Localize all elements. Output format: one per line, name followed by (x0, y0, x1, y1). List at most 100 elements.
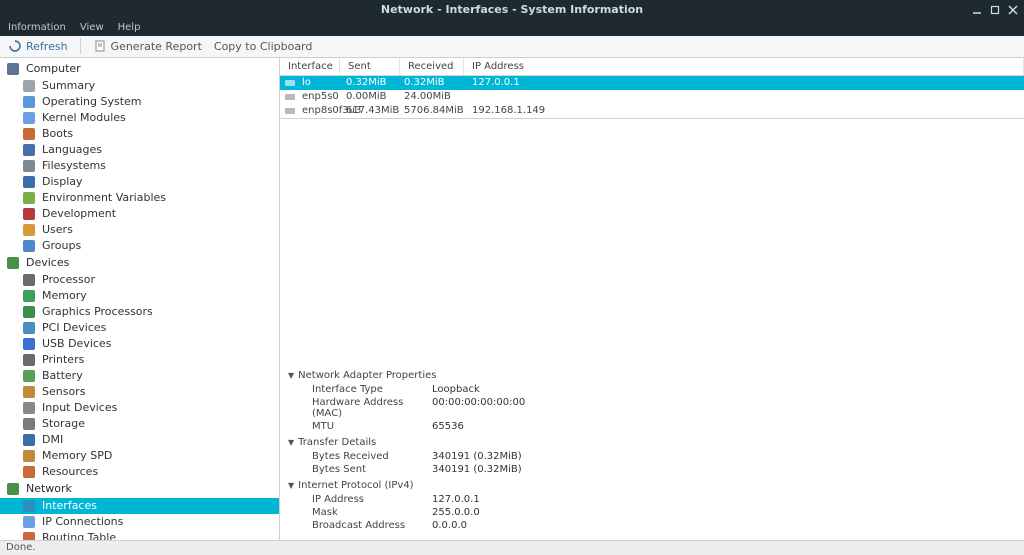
sidebar-item-label: Users (42, 223, 73, 236)
detail-value: 340191 (0.32MiB) (432, 451, 522, 462)
sidebar-item-label: IP Connections (42, 515, 123, 528)
refresh-button[interactable]: Refresh (8, 39, 68, 53)
statusbar: Done. (0, 540, 1024, 555)
sidebar-item-label: USB Devices (42, 337, 111, 350)
detail-group-title: Internet Protocol (IPv4) (298, 480, 413, 491)
cell-sent: 617.43MiB (344, 105, 404, 116)
sidebar-item-label: Display (42, 175, 83, 188)
detail-key: Broadcast Address (312, 520, 432, 531)
sidebar-item-filesystems[interactable]: Filesystems (0, 158, 279, 174)
sidebar-item-environment-variables[interactable]: Environment Variables (0, 190, 279, 206)
sidebar-item-graphics-processors[interactable]: Graphics Processors (0, 304, 279, 320)
sidebar-item-development[interactable]: Development (0, 206, 279, 222)
detail-key: IP Address (312, 494, 432, 505)
sidebar-item-boots[interactable]: Boots (0, 126, 279, 142)
sidebar-item-storage[interactable]: Storage (0, 416, 279, 432)
sidebar-section-computer[interactable]: Computer (0, 60, 279, 78)
network-interface-icon (284, 91, 300, 103)
sidebar-item-battery[interactable]: Battery (0, 368, 279, 384)
detail-group-header[interactable]: ▼Internet Protocol (IPv4) (288, 478, 1024, 493)
table-row[interactable]: enp8s0f3u3617.43MiB5706.84MiB192.168.1.1… (280, 104, 1024, 118)
toolbar-separator (80, 38, 81, 54)
sidebar-item-memory-spd[interactable]: Memory SPD (0, 448, 279, 464)
sidebar-item-label: Interfaces (42, 499, 97, 512)
detail-key: Interface Type (312, 384, 432, 395)
sidebar-item-display[interactable]: Display (0, 174, 279, 190)
interfaces-table: Interface Sent Received IP Address lo 0.3… (280, 58, 1024, 119)
sidebar-item-input-devices[interactable]: Input Devices (0, 400, 279, 416)
usb-icon (22, 337, 36, 351)
minimize-icon[interactable] (972, 5, 982, 15)
th-interface[interactable]: Interface (280, 58, 340, 75)
sidebar-item-usb-devices[interactable]: USB Devices (0, 336, 279, 352)
detail-group-header[interactable]: ▼Network Adapter Properties (288, 368, 1024, 383)
table-row[interactable]: lo0.32MiB0.32MiB127.0.0.1 (280, 76, 1024, 90)
menubar: Information View Help (0, 20, 1024, 36)
sidebar-item-summary[interactable]: Summary (0, 78, 279, 94)
sidebar-item-users[interactable]: Users (0, 222, 279, 238)
sidebar-item-label: Filesystems (42, 159, 106, 172)
languages-icon (22, 143, 36, 157)
sidebar-item-label: Kernel Modules (42, 111, 126, 124)
th-ip[interactable]: IP Address (464, 58, 1024, 75)
groups-icon (22, 239, 36, 253)
table-row[interactable]: enp5s00.00MiB24.00MiB (280, 90, 1024, 104)
detail-row: MTU65536 (288, 420, 1024, 433)
sidebar-item-interfaces[interactable]: Interfaces (0, 498, 279, 514)
cell-interface: lo (300, 77, 344, 88)
table-body: lo0.32MiB0.32MiB127.0.0.1enp5s00.00MiB24… (280, 76, 1024, 118)
detail-value: 340191 (0.32MiB) (432, 464, 522, 475)
detail-group-title: Network Adapter Properties (298, 370, 436, 381)
printers-icon (22, 353, 36, 367)
close-icon[interactable] (1008, 5, 1018, 15)
cell-ip: 127.0.0.1 (468, 77, 1024, 88)
detail-key: Hardware Address (MAC) (312, 397, 432, 419)
sidebar-section-devices[interactable]: Devices (0, 254, 279, 272)
sidebar-item-pci-devices[interactable]: PCI Devices (0, 320, 279, 336)
menu-view[interactable]: View (80, 22, 104, 33)
sidebar-item-languages[interactable]: Languages (0, 142, 279, 158)
copy-clipboard-button[interactable]: Copy to Clipboard (214, 40, 312, 53)
detail-panel: ▼Network Adapter PropertiesInterface Typ… (280, 362, 1024, 540)
sidebar-item-routing-table[interactable]: Routing Table (0, 530, 279, 541)
sidebar-item-groups[interactable]: Groups (0, 238, 279, 254)
sidebar-item-label: Operating System (42, 95, 142, 108)
sidebar-item-ip-connections[interactable]: IP Connections (0, 514, 279, 530)
storage-icon (22, 417, 36, 431)
section-label: Network (26, 482, 72, 495)
refresh-icon (8, 39, 22, 53)
sidebar-item-processor[interactable]: Processor (0, 272, 279, 288)
sidebar-item-memory[interactable]: Memory (0, 288, 279, 304)
detail-key: Bytes Sent (312, 464, 432, 475)
sidebar-section-network[interactable]: Network (0, 480, 279, 498)
detail-row: Broadcast Address0.0.0.0 (288, 519, 1024, 532)
sidebar-item-label: Groups (42, 239, 81, 252)
cell-sent: 0.00MiB (344, 91, 404, 102)
sidebar-item-dmi[interactable]: DMI (0, 432, 279, 448)
detail-row: Hardware Address (MAC)00:00:00:00:00:00 (288, 396, 1024, 420)
cell-received: 0.32MiB (404, 77, 468, 88)
sidebar-item-printers[interactable]: Printers (0, 352, 279, 368)
detail-group: ▼Transfer DetailsBytes Received340191 (0… (288, 435, 1024, 476)
sidebar-item-operating-system[interactable]: Operating System (0, 94, 279, 110)
sidebar-item-label: Sensors (42, 385, 85, 398)
sidebar[interactable]: ComputerSummaryOperating System Kernel Mo… (0, 58, 280, 541)
sidebar-item-resources[interactable]: Resources (0, 464, 279, 480)
sidebar-item-kernel-modules[interactable]: Kernel Modules (0, 110, 279, 126)
network-interface-icon (284, 105, 300, 117)
th-received[interactable]: Received (400, 58, 464, 75)
display-icon (22, 175, 36, 189)
maximize-icon[interactable] (990, 5, 1000, 15)
cell-received: 5706.84MiB (404, 105, 468, 116)
sidebar-item-sensors[interactable]: Sensors (0, 384, 279, 400)
network-interface-icon (284, 77, 300, 89)
menu-information[interactable]: Information (8, 22, 66, 33)
th-sent[interactable]: Sent (340, 58, 400, 75)
generate-report-button[interactable]: Generate Report (93, 39, 202, 53)
report-icon (93, 39, 107, 53)
detail-row: Bytes Received340191 (0.32MiB) (288, 450, 1024, 463)
detail-group-header[interactable]: ▼Transfer Details (288, 435, 1024, 450)
section-label: Devices (26, 256, 69, 269)
detail-value: 255.0.0.0 (432, 507, 480, 518)
menu-help[interactable]: Help (118, 22, 141, 33)
